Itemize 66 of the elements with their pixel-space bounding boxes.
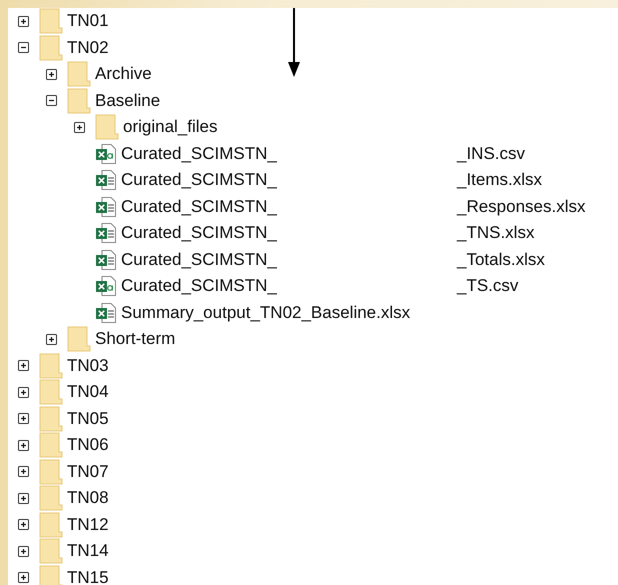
folder-name[interactable]: TN15 bbox=[67, 566, 109, 585]
folder-icon bbox=[39, 352, 63, 379]
folder-icon bbox=[39, 406, 63, 432]
folder-icon bbox=[39, 512, 63, 538]
expand-toggle[interactable] bbox=[18, 572, 29, 584]
folder-name[interactable]: Baseline bbox=[95, 90, 160, 112]
expand-toggle[interactable] bbox=[46, 334, 57, 345]
expand-toggle[interactable] bbox=[18, 492, 29, 504]
folder-name[interactable]: TN05 bbox=[67, 408, 109, 430]
expand-toggle[interactable] bbox=[18, 546, 29, 557]
folder-name[interactable]: TN07 bbox=[67, 460, 109, 483]
collapse-toggle[interactable] bbox=[18, 42, 29, 54]
expand-toggle[interactable] bbox=[46, 68, 57, 80]
folder-name[interactable]: TN14 bbox=[67, 540, 109, 562]
folder-icon bbox=[39, 432, 63, 458]
spreadsheet-file-icon bbox=[95, 302, 117, 324]
folder-icon bbox=[67, 61, 91, 88]
expand-toggle[interactable] bbox=[74, 122, 85, 133]
folder-icon bbox=[39, 379, 63, 406]
file-name-end[interactable]: _TNS.xlsx bbox=[457, 222, 534, 244]
expand-toggle[interactable] bbox=[18, 360, 29, 372]
spreadsheet-file-icon bbox=[95, 222, 117, 244]
expand-toggle[interactable] bbox=[18, 413, 29, 424]
csv-file-icon bbox=[95, 142, 117, 165]
folder-name[interactable]: Short-term bbox=[95, 328, 176, 350]
csv-file-icon bbox=[95, 275, 117, 298]
file-name[interactable]: Curated_SCIMSTN_ bbox=[121, 222, 457, 244]
folder-icon bbox=[67, 88, 91, 114]
expand-toggle[interactable] bbox=[18, 386, 29, 398]
down-arrow bbox=[287, 8, 301, 78]
folder-icon bbox=[39, 34, 63, 61]
folder-name[interactable]: TN08 bbox=[67, 487, 109, 510]
folder-name[interactable]: TN02 bbox=[67, 36, 109, 59]
spreadsheet-file-icon bbox=[95, 169, 117, 192]
folder-name[interactable]: original_files bbox=[123, 116, 218, 138]
expand-toggle[interactable] bbox=[18, 440, 29, 451]
folder-icon bbox=[39, 538, 63, 564]
folder-icon bbox=[67, 326, 91, 352]
folder-icon bbox=[95, 114, 119, 140]
spreadsheet-file-icon bbox=[95, 248, 117, 271]
collapse-toggle[interactable] bbox=[46, 95, 57, 106]
file-name-end[interactable]: _Responses.xlsx bbox=[457, 196, 586, 218]
folder-name[interactable]: TN03 bbox=[67, 354, 109, 377]
folder-name[interactable]: TN01 bbox=[67, 10, 109, 32]
file-name[interactable]: Curated_SCIMSTN_ bbox=[121, 275, 457, 298]
folder-icon bbox=[39, 485, 63, 512]
file-name[interactable]: Curated_SCIMSTN_ bbox=[121, 196, 457, 218]
file-name[interactable]: Curated_SCIMSTN_ bbox=[121, 142, 457, 165]
folder-name[interactable]: TN06 bbox=[67, 434, 109, 456]
file-name-end[interactable]: _INS.csv bbox=[457, 142, 526, 165]
file-name-end[interactable]: _TS.csv bbox=[457, 275, 518, 298]
file-name-end[interactable]: _Totals.xlsx bbox=[457, 248, 545, 271]
folder-name[interactable]: Archive bbox=[95, 63, 152, 86]
file-name-end[interactable]: _Items.xlsx bbox=[457, 169, 542, 192]
folder-icon bbox=[39, 458, 63, 485]
file-name[interactable]: Summary_output_TN02_Baseline.xlsx bbox=[121, 302, 410, 324]
expand-toggle[interactable] bbox=[18, 519, 29, 530]
folder-icon bbox=[39, 564, 63, 585]
expand-toggle[interactable] bbox=[18, 16, 29, 27]
folder-name[interactable]: TN12 bbox=[67, 514, 109, 536]
file-name[interactable]: Curated_SCIMSTN_ bbox=[121, 169, 457, 192]
file-name[interactable]: Curated_SCIMSTN_ bbox=[121, 248, 457, 271]
folder-name[interactable]: TN04 bbox=[67, 381, 109, 404]
expand-toggle[interactable] bbox=[18, 466, 29, 478]
spreadsheet-file-icon bbox=[95, 196, 117, 218]
folder-icon bbox=[39, 8, 63, 34]
